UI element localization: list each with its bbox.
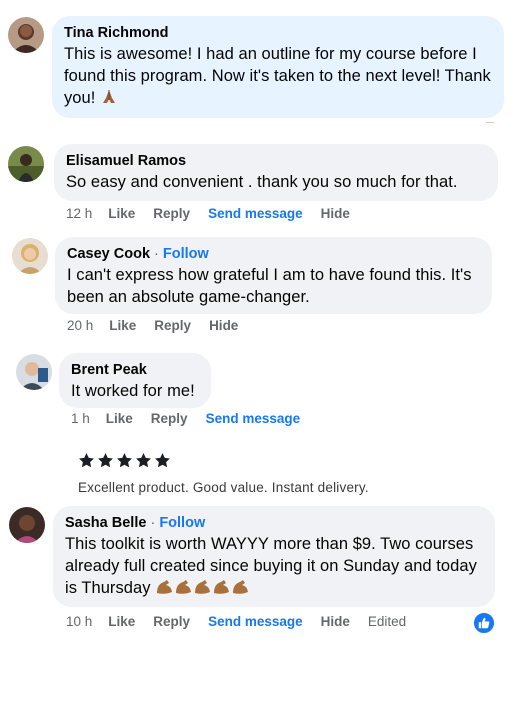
review-text: Excellent product. Good value. Instant d…	[78, 480, 369, 495]
comment-bubble: Elisamuel Ramos So easy and convenient .…	[54, 144, 498, 201]
hide-button[interactable]: Hide	[209, 318, 238, 333]
comment-text: This toolkit is worth WAYYY more than $9…	[65, 533, 483, 602]
comment-text: It worked for me!	[71, 382, 195, 400]
send-message-button[interactable]: Send message	[208, 614, 303, 629]
comment-bubble: Casey Cook · Follow I can't express how …	[55, 237, 492, 314]
like-button[interactable]: Like	[109, 318, 136, 333]
reply-button[interactable]: Reply	[154, 318, 191, 333]
comment-text: So easy and convenient . thank you so mu…	[66, 173, 458, 191]
comment-author[interactable]: Elisamuel Ramos	[66, 152, 486, 170]
hide-button[interactable]: Hide	[321, 206, 350, 221]
reply-button[interactable]: Reply	[153, 614, 190, 629]
send-message-button[interactable]: Send message	[208, 206, 303, 221]
hide-button[interactable]: Hide	[321, 614, 350, 629]
avatar[interactable]	[9, 507, 45, 543]
edited-label: Edited	[367, 614, 407, 629]
star-icon	[117, 453, 132, 468]
avatar[interactable]	[12, 238, 48, 274]
follow-button[interactable]: Follow	[163, 246, 209, 262]
star-icon	[136, 453, 151, 468]
avatar[interactable]	[8, 146, 44, 182]
comment-bubble: Sasha Belle · Follow This toolkit is wor…	[53, 506, 495, 607]
comment-author[interactable]: Tina Richmond	[64, 24, 492, 42]
separator: ·	[146, 515, 160, 531]
like-reaction-icon[interactable]	[473, 612, 495, 634]
comment-author[interactable]: Sasha Belle	[65, 515, 146, 531]
avatar[interactable]	[16, 354, 52, 390]
comment-author[interactable]: Casey Cook	[67, 246, 150, 262]
timestamp[interactable]: 12 h	[66, 206, 92, 221]
like-button[interactable]: Like	[106, 411, 133, 426]
star-icon	[98, 453, 113, 468]
comment-actions: 10 h Like Reply Send message Hide Edited	[66, 614, 424, 629]
like-button[interactable]: Like	[108, 206, 135, 221]
flexed-biceps-icon	[155, 578, 251, 602]
star-icon	[79, 453, 94, 468]
like-button[interactable]: Like	[108, 614, 135, 629]
comment-text: I can't express how grateful I am to hav…	[67, 266, 472, 306]
separator: ·	[150, 246, 163, 262]
comment-actions: 1 h Like Reply Send message	[71, 411, 318, 426]
timestamp[interactable]: 10 h	[66, 614, 92, 629]
scroll-indicator	[486, 122, 494, 123]
timestamp[interactable]: 1 h	[71, 411, 90, 426]
star-icon	[155, 453, 170, 468]
reply-button[interactable]: Reply	[153, 206, 190, 221]
comment-actions: 20 h Like Reply Hide	[67, 318, 256, 333]
praying-hands-icon	[100, 88, 118, 112]
comment-author[interactable]: Brent Peak	[71, 361, 199, 379]
follow-button[interactable]: Follow	[159, 515, 205, 531]
avatar[interactable]	[8, 17, 44, 53]
comment-author-line: Casey Cook · Follow	[67, 245, 480, 263]
comment-author-line: Sasha Belle · Follow	[65, 514, 483, 532]
reply-button[interactable]: Reply	[151, 411, 188, 426]
comment-actions: 12 h Like Reply Send message Hide	[66, 206, 368, 221]
comment-bubble: Brent Peak It worked for me!	[59, 353, 211, 408]
comment-bubble: Tina Richmond This is awesome! I had an …	[52, 16, 504, 118]
send-message-button[interactable]: Send message	[206, 411, 301, 426]
timestamp[interactable]: 20 h	[67, 318, 93, 333]
comment-text: This is awesome! I had an outline for my…	[64, 43, 492, 112]
star-rating	[78, 452, 171, 469]
